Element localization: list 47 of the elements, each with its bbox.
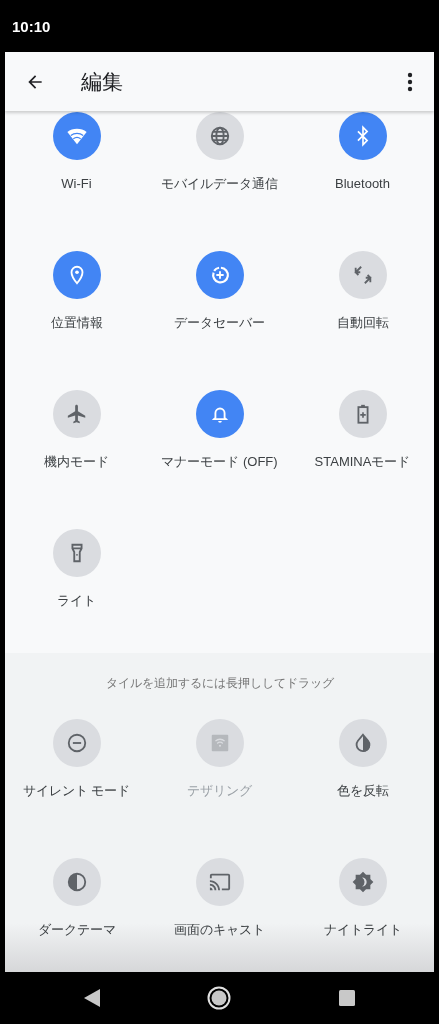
airplane-icon — [65, 403, 88, 425]
home-circle-icon — [207, 986, 232, 1010]
tile-button[interactable] — [195, 251, 244, 299]
tile-label: Bluetooth — [335, 176, 390, 192]
tile-label: サイレント モード — [22, 783, 131, 799]
tile-label: データセーバー — [174, 315, 265, 331]
tile-label: テザリング — [187, 783, 252, 799]
tile-button[interactable] — [338, 112, 387, 160]
status-time: 10:10 — [12, 17, 51, 35]
square-icon — [339, 990, 356, 1006]
home-nav-button[interactable] — [207, 986, 232, 1010]
tile-button[interactable] — [195, 112, 244, 160]
tile-label: ナイトライト — [323, 922, 402, 938]
tile-label: ライト — [57, 593, 96, 609]
tile-button[interactable] — [52, 390, 101, 438]
half-circle-icon — [65, 871, 88, 893]
tile-label: モバイルデータ通信 — [161, 176, 278, 192]
tile-button[interactable] — [52, 529, 101, 577]
cast-icon — [208, 871, 231, 893]
tile-button[interactable] — [338, 858, 387, 906]
screen-title: 編集 — [81, 68, 124, 95]
tile-button[interactable] — [338, 251, 387, 299]
more-vert-icon — [407, 71, 413, 92]
tile-label: 画面のキャスト — [174, 922, 265, 938]
back-nav-button[interactable] — [83, 989, 100, 1007]
recents-nav-button[interactable] — [339, 990, 356, 1006]
night-light-icon — [351, 871, 374, 893]
tile-label: 位置情報 — [50, 315, 103, 331]
tile-label: Wi-Fi — [61, 176, 92, 192]
tile-label: 色を反転 — [336, 783, 389, 799]
tile-label: マナーモード (OFF) — [161, 454, 278, 470]
tile-button[interactable] — [195, 858, 244, 906]
tile-button[interactable] — [52, 251, 101, 299]
tile-label: STAMINAモード — [314, 454, 411, 470]
tile-button[interactable] — [195, 390, 244, 438]
tile-label: 機内モード — [44, 454, 109, 470]
tile-button[interactable] — [52, 112, 101, 160]
back-triangle-icon — [83, 989, 100, 1007]
minus-circle-icon — [65, 732, 88, 754]
tile-label: ダークテーマ — [37, 922, 116, 938]
tile-button[interactable] — [338, 719, 387, 767]
drag-hint: タイルを追加するには長押ししてドラッグ — [104, 675, 335, 691]
tile-button[interactable] — [52, 858, 101, 906]
tile-button[interactable] — [338, 390, 387, 438]
tile-button[interactable] — [52, 719, 101, 767]
tile-label: 自動回転 — [336, 315, 389, 331]
globe-icon — [208, 125, 231, 147]
